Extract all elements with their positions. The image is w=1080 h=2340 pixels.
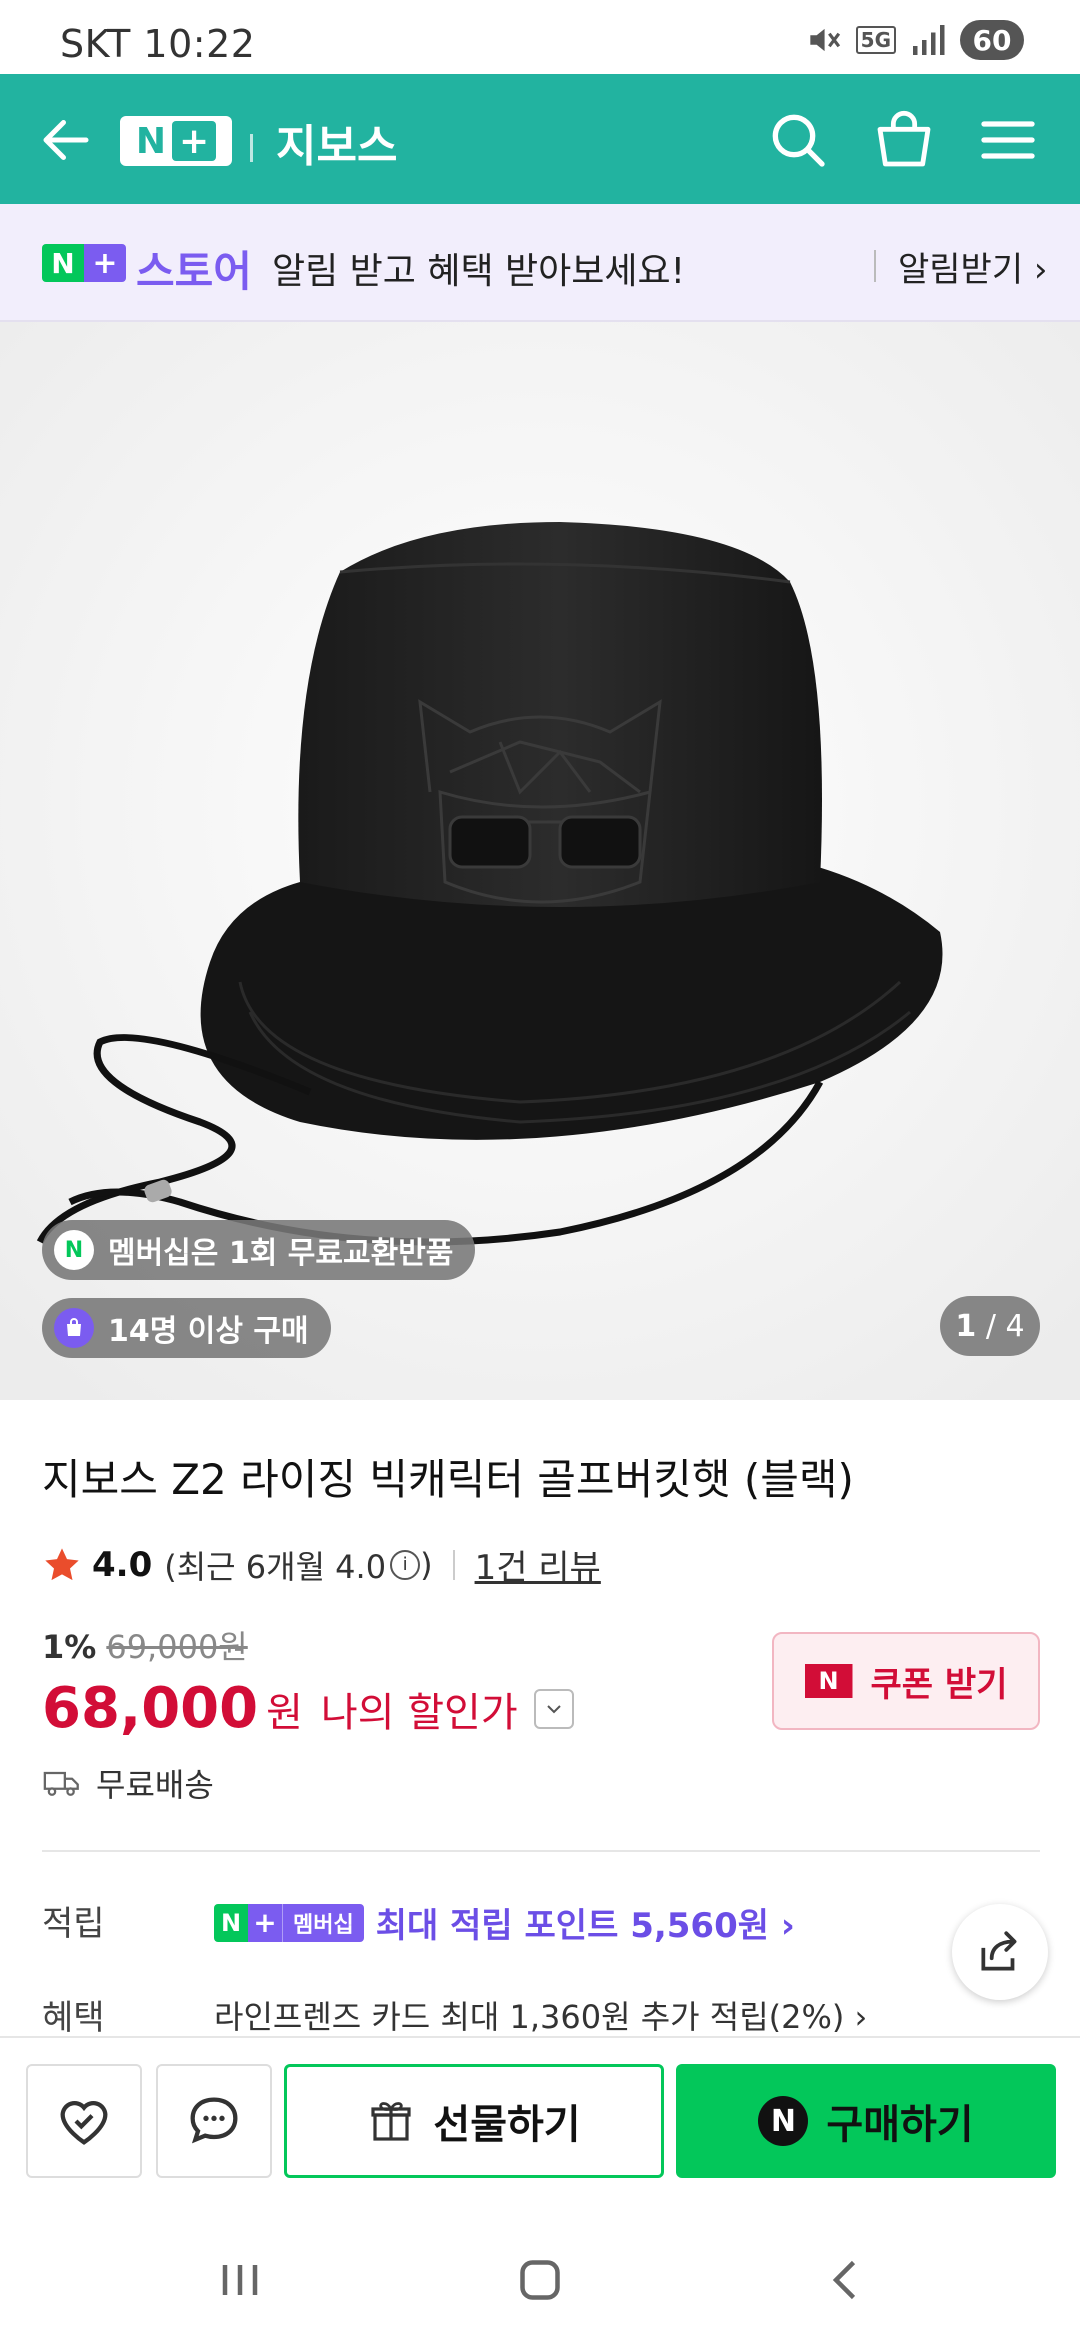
points-label: 적립: [42, 1904, 105, 1944]
bottom-action-bar: 선물하기 N 구매하기: [0, 2036, 1080, 2214]
mute-icon: [809, 28, 840, 52]
info-icon[interactable]: i: [390, 1549, 421, 1580]
buy-button[interactable]: N 구매하기: [676, 2064, 1056, 2178]
nplus-plus: +: [172, 121, 217, 162]
battery-icon: 60: [960, 20, 1024, 60]
brand-name[interactable]: 지보스: [276, 110, 397, 174]
membership-badge-plus: +: [248, 1903, 282, 1942]
price-detail-toggle[interactable]: [533, 1688, 574, 1729]
nplus-logo[interactable]: N +: [120, 116, 232, 166]
card-benefit-link[interactable]: 라인프렌즈 카드 최대 1,360원 추가 적립(2%) ›: [214, 1992, 867, 2038]
membership-icon: N: [54, 1230, 94, 1270]
membership-free-exchange-badge: N 멤버십은 1회 무료교환반품: [42, 1220, 476, 1280]
sale-price: 68,000: [42, 1676, 259, 1741]
price-row: 68,000 원 나의 할인가: [42, 1676, 574, 1741]
image-page-counter: 1 / 4: [940, 1296, 1040, 1356]
coupon-label: 쿠폰 받기: [870, 1664, 1008, 1705]
shopping-bag-icon[interactable]: [872, 108, 936, 172]
shipping-row: 무료배송: [42, 1760, 214, 1806]
chat-button[interactable]: [156, 2064, 272, 2178]
share-button[interactable]: [952, 1904, 1048, 2000]
product-image[interactable]: N 멤버십은 1회 무료교환반품 14명 이상 구매: [0, 322, 1080, 1400]
section-divider: [42, 1850, 1040, 1852]
rating-score: 4.0: [92, 1544, 153, 1585]
gift-icon: [371, 2102, 411, 2141]
product-title: 지보스 Z2 라이징 빅캐릭터 골프버킷햇 (블랙): [42, 1455, 854, 1504]
rating-divider: [452, 1549, 455, 1580]
rating-recent-close: ): [420, 1545, 433, 1584]
back-icon[interactable]: [816, 2250, 876, 2310]
notification-subscribe-link[interactable]: 알림받기 ›: [898, 242, 1048, 291]
bag-icon: [54, 1308, 94, 1348]
back-arrow-icon[interactable]: [36, 110, 96, 170]
signal-icon: [913, 25, 945, 55]
my-discount-label: 나의 할인가: [320, 1689, 518, 1736]
chevron-down-icon: [546, 1704, 561, 1713]
menu-icon[interactable]: [976, 108, 1040, 172]
store-logo-plus: +: [84, 244, 126, 282]
status-right: 5G 60: [804, 20, 1024, 60]
membership-badge-n: N: [214, 1903, 248, 1942]
heart-check-icon: [60, 2101, 108, 2145]
coupon-button[interactable]: N 쿠폰 받기: [772, 1632, 1040, 1730]
system-nav-bar: [0, 2214, 1080, 2340]
store-notification-banner: N + 스토어 알림 받고 혜택 받아보세요! 알림받기 ›: [0, 204, 1080, 322]
gift-label: 선물하기: [433, 2102, 581, 2148]
search-icon[interactable]: [766, 108, 830, 172]
image-page-total: / 4: [985, 1308, 1025, 1344]
membership-points-row[interactable]: N + 멤버십 최대 적립 포인트 5,560원 ›: [214, 1898, 795, 1947]
network-type: 5G: [855, 26, 896, 54]
image-page-current: 1: [955, 1308, 977, 1344]
share-icon: [981, 1931, 1017, 1971]
banner-divider: [874, 250, 876, 282]
recent-apps-icon[interactable]: [210, 2250, 270, 2310]
rating-row: 4.0 (최근 6개월 4.0 i ) 1건 리뷰: [42, 1540, 601, 1589]
membership-badge-text: 멤버십: [282, 1903, 364, 1942]
app-header: N + 지보스: [0, 74, 1080, 204]
price-unit: 원: [266, 1689, 303, 1736]
discount-percent: 1%: [42, 1628, 97, 1666]
status-bar: SKT 10:22 5G 60: [0, 0, 1080, 74]
original-price: 69,000원: [106, 1628, 248, 1666]
membership-badge-text: 멤버십은 1회 무료교환반품: [108, 1236, 454, 1271]
gift-button[interactable]: 선물하기: [284, 2064, 664, 2178]
max-points-text: 최대 적립 포인트 5,560원 ›: [375, 1906, 795, 1946]
status-left: SKT 10:22: [60, 22, 255, 66]
store-word: 스토어: [136, 247, 252, 296]
truck-icon: [43, 1771, 79, 1796]
naver-n-icon: N: [758, 2096, 809, 2146]
chat-bubble-icon: [190, 2097, 238, 2144]
coupon-n-icon: N: [804, 1664, 853, 1698]
header-divider: [250, 134, 253, 162]
store-logo-n: N: [42, 244, 84, 282]
carrier: SKT: [60, 22, 131, 66]
buy-label: 구매하기: [826, 2102, 974, 2148]
review-link[interactable]: 1건 리뷰: [475, 1540, 601, 1589]
clock: 10:22: [143, 22, 256, 66]
nplus-store-logo: N +: [42, 244, 126, 282]
home-icon[interactable]: [510, 2250, 570, 2310]
rating-recent: (최근 6개월 4.0: [164, 1547, 387, 1586]
nplus-n: N: [135, 120, 167, 162]
benefit-label: 혜택: [42, 1998, 105, 2038]
discount-row: 1% 69,000원: [42, 1622, 248, 1668]
star-icon: [45, 1547, 79, 1580]
membership-badge: N + 멤버십: [214, 1903, 364, 1942]
shipping-text: 무료배송: [96, 1766, 214, 1804]
banner-message: 알림 받고 혜택 받아보세요!: [272, 251, 686, 292]
wishlist-button[interactable]: [26, 2064, 142, 2178]
purchase-count-badge: 14명 이상 구매: [42, 1298, 331, 1358]
purchase-count-text: 14명 이상 구매: [108, 1314, 309, 1349]
